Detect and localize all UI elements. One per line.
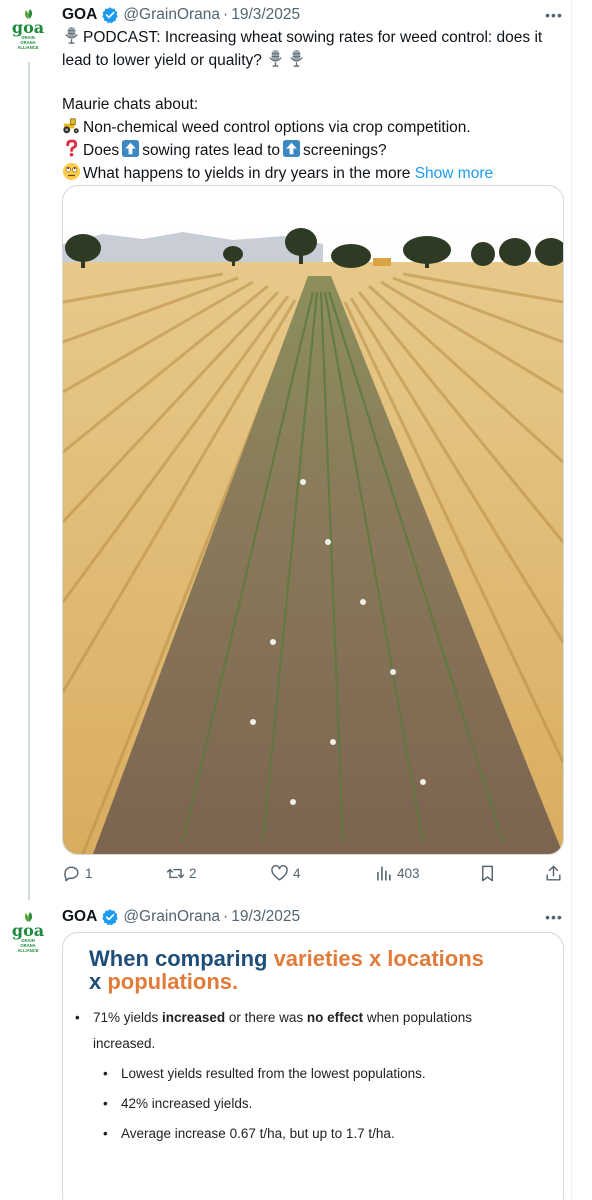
sub-bullet-text: Average increase 0.67 t/ha, but up to 1.…: [121, 1126, 395, 1141]
title-part-1: When comparing: [89, 946, 274, 971]
title-part-3: x: [89, 969, 108, 994]
title-part-2: varieties x locations: [273, 946, 484, 971]
reply-count: 1: [85, 865, 93, 881]
main-bullet-e: when populations: [363, 1010, 472, 1025]
show-more-link[interactable]: Show more: [415, 165, 493, 182]
title-part-4: populations.: [107, 969, 239, 994]
main-bullet-d: no effect: [306, 1010, 364, 1025]
separator-dot: ·: [223, 908, 229, 925]
main-bullet: • 71% yields increased or there was no e…: [73, 1005, 553, 1057]
main-bullet-b: increased: [162, 1010, 226, 1025]
logo-line-3: ALLIANCE: [17, 948, 38, 953]
slide-title: When comparing varieties x locations x p…: [89, 947, 549, 993]
goa-logo: goa GRAIN ORANA ALLIANCE: [12, 912, 44, 953]
microphone-emoji-icon: [269, 49, 282, 67]
like-count: 4: [293, 865, 301, 881]
bookmark-button[interactable]: [478, 860, 501, 886]
like-button[interactable]: 4: [270, 860, 301, 886]
tweet-line-6: What happens to yields in dry years in t…: [62, 162, 562, 185]
author-handle[interactable]: @GrainOrana: [123, 908, 220, 926]
avatar[interactable]: goa GRAIN ORANA ALLIANCE: [4, 6, 52, 54]
yields-text: What happens to yields in dry years in t…: [83, 165, 411, 182]
views-count: 403: [397, 865, 420, 881]
more-options-icon[interactable]: •••: [544, 5, 564, 25]
reply-icon: [64, 865, 79, 881]
avatar[interactable]: goa GRAIN ORANA ALLIANCE: [4, 909, 52, 957]
tweet-body: PODCAST: Increasing wheat sowing rates f…: [62, 26, 562, 185]
goa-logo: goa GRAIN ORANA ALLIANCE: [12, 9, 44, 50]
author-handle[interactable]: @GrainOrana: [123, 6, 220, 24]
heart-icon: [271, 864, 288, 881]
screenings-text: screenings?: [303, 142, 387, 159]
bullet-dot: •: [103, 1096, 108, 1111]
tweet-media[interactable]: [62, 185, 564, 855]
author-name[interactable]: GOA: [62, 6, 97, 24]
tweet-media-slide[interactable]: When comparing varieties x locations x p…: [62, 932, 564, 1200]
bullet-dot: •: [75, 1010, 80, 1025]
reply-button[interactable]: 1: [62, 860, 93, 886]
harvester: [373, 258, 391, 266]
tweet-header: GOA @GrainOrana · 19/3/2025: [62, 906, 300, 928]
views-button[interactable]: 403: [374, 860, 420, 886]
podcast-line-2: lead to lower yield or quality?: [62, 52, 262, 69]
views-icon: [377, 865, 391, 881]
bookmark-icon: [482, 865, 493, 881]
logo-line-3: ALLIANCE: [17, 45, 38, 50]
separator-dot: ·: [223, 6, 229, 23]
tweet-line-1: PODCAST: Increasing wheat sowing rates f…: [62, 26, 562, 49]
microphone-emoji-icon: [290, 49, 303, 67]
does-text: Does: [83, 142, 120, 159]
eye-roll-emoji-icon: [62, 162, 81, 181]
tweet-line-3: Maurie chats about:: [62, 96, 199, 113]
field-photo[interactable]: [63, 222, 563, 854]
tweet-header: GOA @GrainOrana · 19/3/2025: [62, 4, 300, 26]
share-icon: [546, 865, 561, 881]
author-name[interactable]: GOA: [62, 908, 97, 926]
tweet-line-2: lead to lower yield or quality?: [62, 49, 562, 72]
sub-bullet: • Lowest yields resulted from the lowest …: [73, 1061, 553, 1087]
sub-bullet-text: 42% increased yields.: [121, 1096, 253, 1111]
repost-icon: [166, 868, 185, 878]
column-border: [571, 0, 572, 1200]
tweet-line-4: Non-chemical weed control options via cr…: [62, 116, 562, 139]
post-date[interactable]: 19/3/2025: [231, 908, 300, 926]
tweet-line-5: Does sowing rates lead to screenings?: [62, 139, 562, 162]
repost-button[interactable]: 2: [166, 860, 197, 886]
main-bullet-a: 71% yields: [93, 1010, 163, 1025]
microphone-emoji-icon: [65, 26, 78, 44]
podcast-line-1: PODCAST: Increasing wheat sowing rates f…: [83, 29, 543, 46]
sowing-rates-text: sowing rates lead to: [142, 142, 281, 159]
verified-badge-icon: [102, 7, 119, 24]
more-options-icon[interactable]: •••: [544, 907, 564, 927]
main-bullet-f: increased.: [93, 1036, 156, 1051]
main-bullet-c: or there was: [225, 1010, 307, 1025]
up-arrow-emoji-icon: [282, 139, 301, 158]
thread-connector: [28, 62, 30, 900]
up-arrow-emoji-icon: [122, 139, 140, 158]
slide-bullets: • 71% yields increased or there was no e…: [73, 1005, 553, 1147]
share-button[interactable]: [544, 860, 567, 886]
bullet-text-1: Non-chemical weed control options via cr…: [83, 119, 471, 136]
sub-bullet-text: Lowest yields resulted from the lowest p…: [121, 1066, 426, 1081]
tweet-actions: 1 2 4 403: [62, 860, 564, 886]
sub-bullet: • Average increase 0.67 t/ha, but up to 1…: [73, 1121, 553, 1147]
repost-count: 2: [189, 865, 197, 881]
bullet-dot: •: [103, 1126, 108, 1141]
bullet-dot: •: [103, 1066, 108, 1081]
sub-bullet: • 42% increased yields.: [73, 1091, 553, 1117]
verified-badge-icon: [102, 909, 119, 926]
question-mark-emoji-icon: [66, 139, 78, 157]
post-date[interactable]: 19/3/2025: [231, 6, 300, 24]
tractor-emoji-icon: [63, 118, 79, 134]
